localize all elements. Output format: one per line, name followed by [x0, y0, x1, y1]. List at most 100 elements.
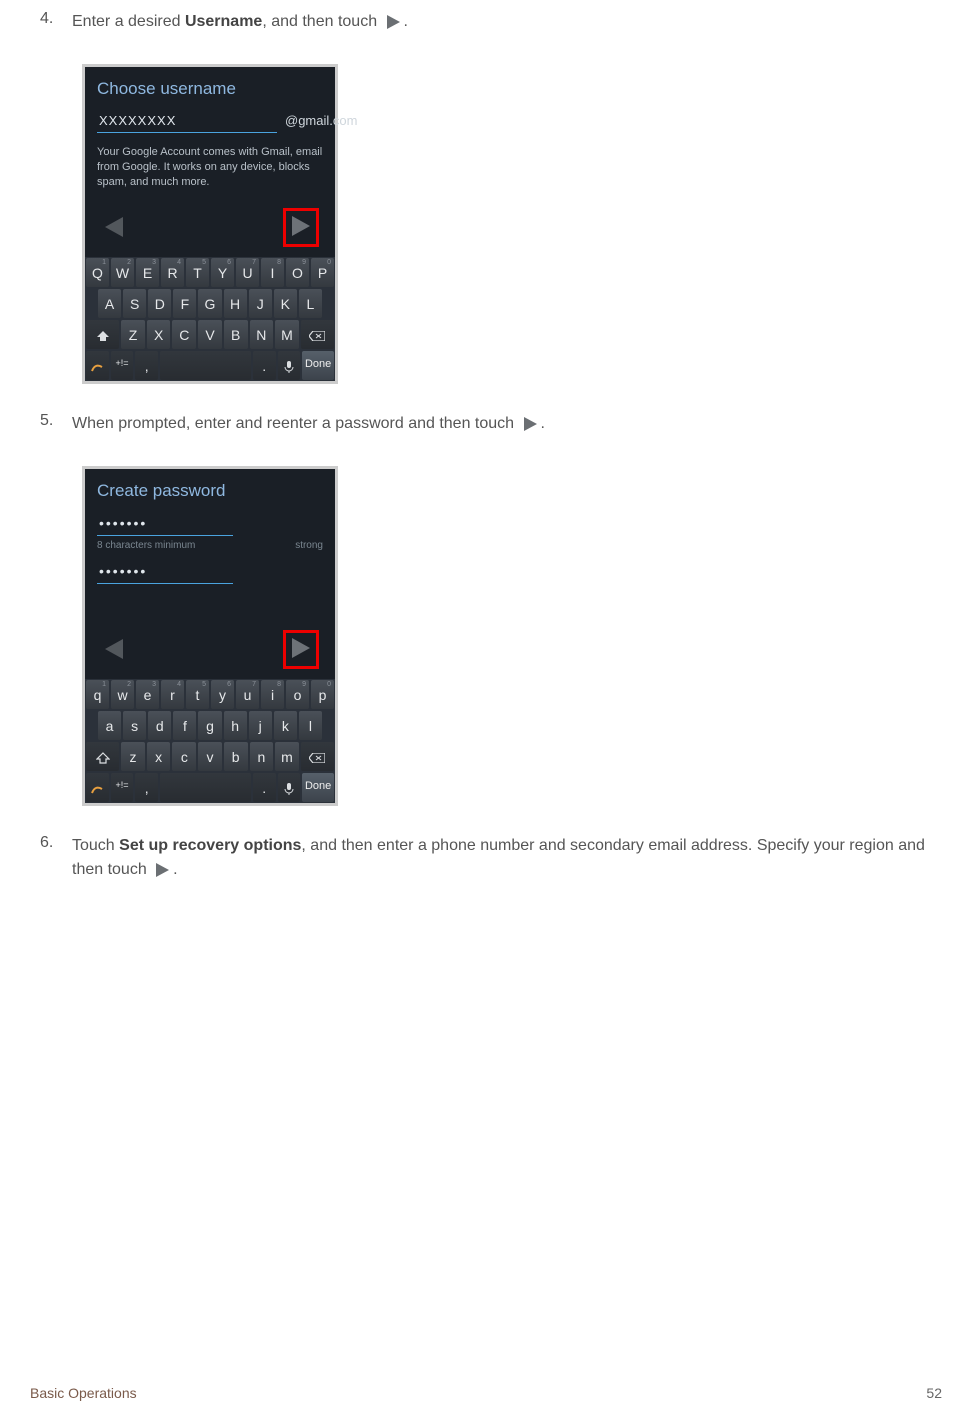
- key-m[interactable]: M: [275, 320, 299, 349]
- key-v[interactable]: V: [198, 320, 222, 349]
- key-t[interactable]: 5T: [186, 258, 209, 287]
- space-key[interactable]: [160, 351, 251, 380]
- key-y[interactable]: 6y: [211, 680, 234, 709]
- screen-title: Create password: [97, 481, 323, 501]
- key-d[interactable]: D: [148, 289, 171, 318]
- key-a[interactable]: a: [98, 711, 121, 740]
- email-domain: @gmail.com: [285, 113, 357, 128]
- key-w[interactable]: 2W: [111, 258, 134, 287]
- keyboard: 1q 2w 3e 4r 5t 6y 7u 8i 9o 0p a s d f g …: [85, 679, 335, 803]
- swype-key[interactable]: [86, 351, 109, 380]
- shift-key[interactable]: [86, 742, 119, 771]
- comma-key[interactable]: ,: [135, 773, 158, 802]
- key-k[interactable]: K: [274, 289, 297, 318]
- footer-section: Basic Operations: [30, 1385, 137, 1401]
- key-c[interactable]: c: [172, 742, 196, 771]
- key-e[interactable]: 3e: [136, 680, 159, 709]
- key-j[interactable]: J: [249, 289, 272, 318]
- password-hint: 8 characters minimum: [97, 540, 195, 551]
- key-l[interactable]: l: [299, 711, 322, 740]
- done-key[interactable]: Done: [302, 351, 334, 380]
- step-text: Touch Set up recovery options, and then …: [72, 834, 942, 882]
- key-s[interactable]: S: [123, 289, 146, 318]
- swype-key[interactable]: [86, 773, 109, 802]
- key-q[interactable]: 1Q: [86, 258, 109, 287]
- screen-description: Your Google Account comes with Gmail, em…: [97, 145, 323, 190]
- backspace-key[interactable]: [301, 320, 334, 349]
- screen-title: Choose username: [97, 79, 323, 99]
- key-m[interactable]: m: [275, 742, 299, 771]
- mic-key[interactable]: [278, 773, 301, 802]
- key-q[interactable]: 1q: [86, 680, 109, 709]
- step-number: 6.: [30, 834, 72, 852]
- key-g[interactable]: G: [198, 289, 221, 318]
- key-u[interactable]: 7U: [236, 258, 259, 287]
- shift-key[interactable]: [86, 320, 119, 349]
- period-key[interactable]: .: [253, 773, 276, 802]
- comma-key[interactable]: ,: [135, 351, 158, 380]
- key-l[interactable]: L: [299, 289, 322, 318]
- screenshot-choose-username: Choose username @gmail.com Your Google A…: [82, 64, 338, 384]
- key-w[interactable]: 2w: [111, 680, 134, 709]
- key-a[interactable]: A: [98, 289, 121, 318]
- key-k[interactable]: k: [274, 711, 297, 740]
- key-v[interactable]: v: [198, 742, 222, 771]
- space-key[interactable]: [160, 773, 251, 802]
- step-5: 5. When prompted, enter and reenter a pa…: [30, 412, 942, 806]
- key-o[interactable]: 9o: [286, 680, 309, 709]
- key-h[interactable]: H: [224, 289, 247, 318]
- symbols-key[interactable]: +!=: [111, 773, 134, 802]
- password-strength: strong: [295, 540, 323, 551]
- key-b[interactable]: B: [224, 320, 248, 349]
- key-p[interactable]: 0P: [311, 258, 334, 287]
- key-e[interactable]: 3E: [136, 258, 159, 287]
- key-n[interactable]: n: [250, 742, 274, 771]
- username-input[interactable]: [97, 109, 277, 133]
- key-r[interactable]: 4R: [161, 258, 184, 287]
- key-c[interactable]: C: [172, 320, 196, 349]
- keyboard: 1Q 2W 3E 4R 5T 6Y 7U 8I 9O 0P A S D F G …: [85, 257, 335, 381]
- step-number: 4.: [30, 10, 72, 28]
- key-i[interactable]: 8i: [261, 680, 284, 709]
- key-j[interactable]: j: [249, 711, 272, 740]
- key-u[interactable]: 7u: [236, 680, 259, 709]
- page-footer: Basic Operations 52: [30, 1385, 942, 1401]
- next-arrow-icon: [384, 13, 402, 31]
- key-h[interactable]: h: [224, 711, 247, 740]
- key-x[interactable]: X: [147, 320, 171, 349]
- back-arrow-icon[interactable]: [101, 214, 127, 240]
- backspace-key[interactable]: [301, 742, 334, 771]
- key-b[interactable]: b: [224, 742, 248, 771]
- key-g[interactable]: g: [198, 711, 221, 740]
- next-arrow-icon: [521, 415, 539, 433]
- page-number: 52: [926, 1385, 942, 1401]
- key-p[interactable]: 0p: [311, 680, 334, 709]
- key-x[interactable]: x: [147, 742, 171, 771]
- key-o[interactable]: 9O: [286, 258, 309, 287]
- step-number: 5.: [30, 412, 72, 430]
- done-key[interactable]: Done: [302, 773, 334, 802]
- key-y[interactable]: 6Y: [211, 258, 234, 287]
- symbols-key[interactable]: +!=: [111, 351, 134, 380]
- key-s[interactable]: s: [123, 711, 146, 740]
- step-text: Enter a desired Username, and then touch…: [72, 10, 942, 34]
- key-d[interactable]: d: [148, 711, 171, 740]
- password-confirm-input[interactable]: [97, 559, 233, 584]
- step-6: 6. Touch Set up recovery options, and th…: [30, 834, 942, 882]
- back-arrow-icon[interactable]: [101, 636, 127, 662]
- key-f[interactable]: f: [173, 711, 196, 740]
- key-t[interactable]: 5t: [186, 680, 209, 709]
- step-text: When prompted, enter and reenter a passw…: [72, 412, 942, 436]
- key-z[interactable]: Z: [121, 320, 145, 349]
- period-key[interactable]: .: [253, 351, 276, 380]
- key-r[interactable]: 4r: [161, 680, 184, 709]
- key-i[interactable]: 8I: [261, 258, 284, 287]
- key-z[interactable]: z: [121, 742, 145, 771]
- key-n[interactable]: N: [250, 320, 274, 349]
- password-input[interactable]: [97, 511, 233, 536]
- next-button-highlight[interactable]: [283, 630, 319, 669]
- next-button-highlight[interactable]: [283, 208, 319, 247]
- key-f[interactable]: F: [173, 289, 196, 318]
- mic-key[interactable]: [278, 351, 301, 380]
- screenshot-create-password: Create password 8 characters minimum str…: [82, 466, 338, 806]
